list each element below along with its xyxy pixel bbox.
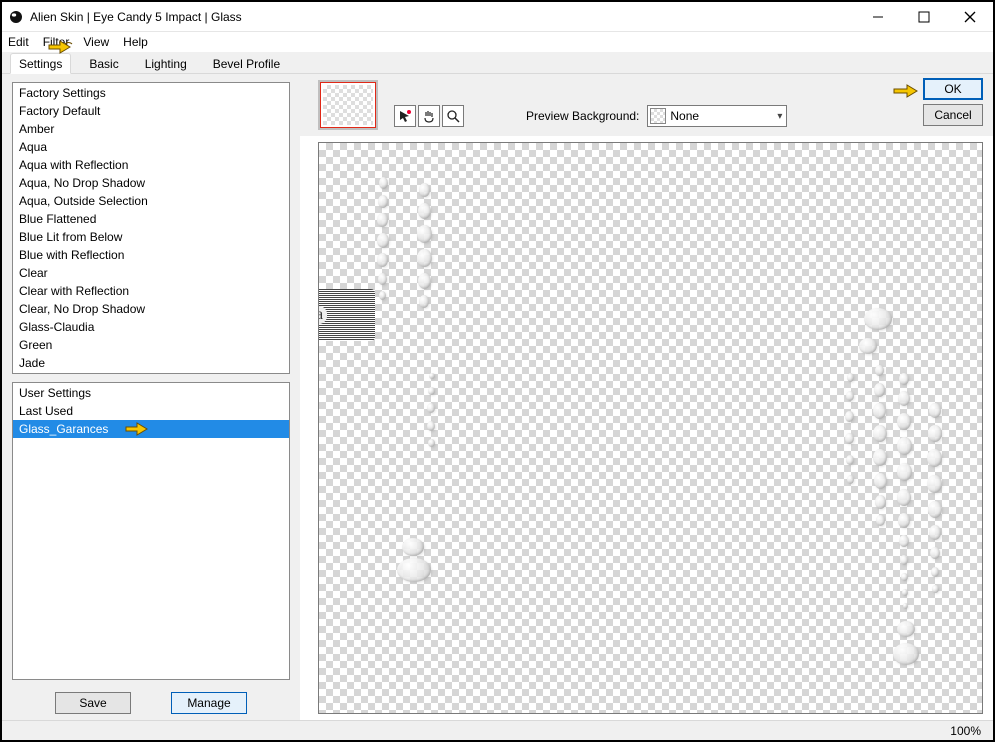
manage-button[interactable]: Manage — [171, 692, 247, 714]
menu-help[interactable]: Help — [123, 35, 148, 49]
tab-bevel-profile[interactable]: Bevel Profile — [205, 54, 288, 73]
app-icon — [8, 9, 24, 25]
list-item[interactable]: Clear, No Drop Shadow — [13, 300, 289, 318]
list-item[interactable]: Aqua with Reflection — [13, 156, 289, 174]
preview-controls: Preview Background: None ▾ OK Cancel — [300, 74, 993, 136]
tab-basic[interactable]: Basic — [81, 54, 126, 73]
preview-background-label: Preview Background: — [526, 109, 639, 123]
list-item[interactable]: Amber — [13, 120, 289, 138]
window-title: Alien Skin | Eye Candy 5 Impact | Glass — [30, 10, 242, 24]
zoom-level: 100% — [950, 724, 981, 738]
list-item[interactable]: Jade — [13, 354, 289, 372]
minimize-button[interactable] — [855, 2, 901, 32]
chevron-down-icon: ▾ — [777, 111, 782, 122]
preview-background-select[interactable]: None ▾ — [647, 105, 787, 127]
thumbnail-frame[interactable] — [318, 80, 378, 130]
list-item[interactable]: Blue with Reflection — [13, 246, 289, 264]
ok-button[interactable]: OK — [923, 78, 983, 100]
list-item[interactable]: Aqua, Outside Selection — [13, 192, 289, 210]
user-settings-header: User Settings — [13, 383, 289, 402]
menu-filter[interactable]: Filter — [43, 35, 70, 49]
menu-edit[interactable]: Edit — [8, 35, 29, 49]
cancel-button[interactable]: Cancel — [923, 104, 983, 126]
settings-pane: Factory Settings Factory Default Amber A… — [2, 74, 300, 720]
list-item[interactable]: Aqua — [13, 138, 289, 156]
statusbar: 100% — [2, 720, 993, 740]
pointer-tool-icon[interactable] — [394, 105, 416, 127]
content-area: Factory Settings Factory Default Amber A… — [2, 74, 993, 720]
list-item[interactable]: Green — [13, 336, 289, 354]
list-item[interactable]: Blue Lit from Below — [13, 228, 289, 246]
menu-view[interactable]: View — [83, 35, 109, 49]
menubar: Edit Filter View Help — [2, 32, 993, 52]
none-swatch-icon — [650, 108, 666, 124]
list-item[interactable]: Clear with Reflection — [13, 282, 289, 300]
list-item[interactable]: Clear — [13, 264, 289, 282]
preview-pane: Preview Background: None ▾ OK Cancel cla… — [300, 74, 993, 720]
watermark-badge: claudia — [318, 289, 375, 341]
tab-settings[interactable]: Settings — [10, 53, 71, 74]
titlebar: Alien Skin | Eye Candy 5 Impact | Glass — [2, 2, 993, 32]
list-item[interactable]: Blue Flattened — [13, 210, 289, 228]
save-button[interactable]: Save — [55, 692, 131, 714]
close-button[interactable] — [947, 2, 993, 32]
preview-background-value: None — [670, 109, 775, 123]
zoom-tool-icon[interactable] — [442, 105, 464, 127]
tab-lighting[interactable]: Lighting — [137, 54, 195, 73]
list-item[interactable]: Last Used — [13, 402, 289, 420]
preview-canvas[interactable]: claudia — [318, 142, 983, 714]
tabbar: Settings Basic Lighting Bevel Profile — [2, 52, 993, 74]
pointer-hand-icon — [891, 78, 921, 100]
list-item[interactable]: Glass-Claudia — [13, 318, 289, 336]
user-settings-list[interactable]: User Settings Last Used Glass_Garances — [12, 382, 290, 680]
preview-tools — [394, 105, 464, 127]
factory-settings-list[interactable]: Factory Settings Factory Default Amber A… — [12, 82, 290, 374]
factory-settings-header: Factory Settings — [13, 83, 289, 102]
settings-buttons: Save Manage — [12, 688, 290, 716]
hand-tool-icon[interactable] — [418, 105, 440, 127]
maximize-button[interactable] — [901, 2, 947, 32]
list-item[interactable]: Aqua, No Drop Shadow — [13, 174, 289, 192]
list-item[interactable]: Factory Default — [13, 102, 289, 120]
list-item-selected[interactable]: Glass_Garances — [13, 420, 289, 438]
